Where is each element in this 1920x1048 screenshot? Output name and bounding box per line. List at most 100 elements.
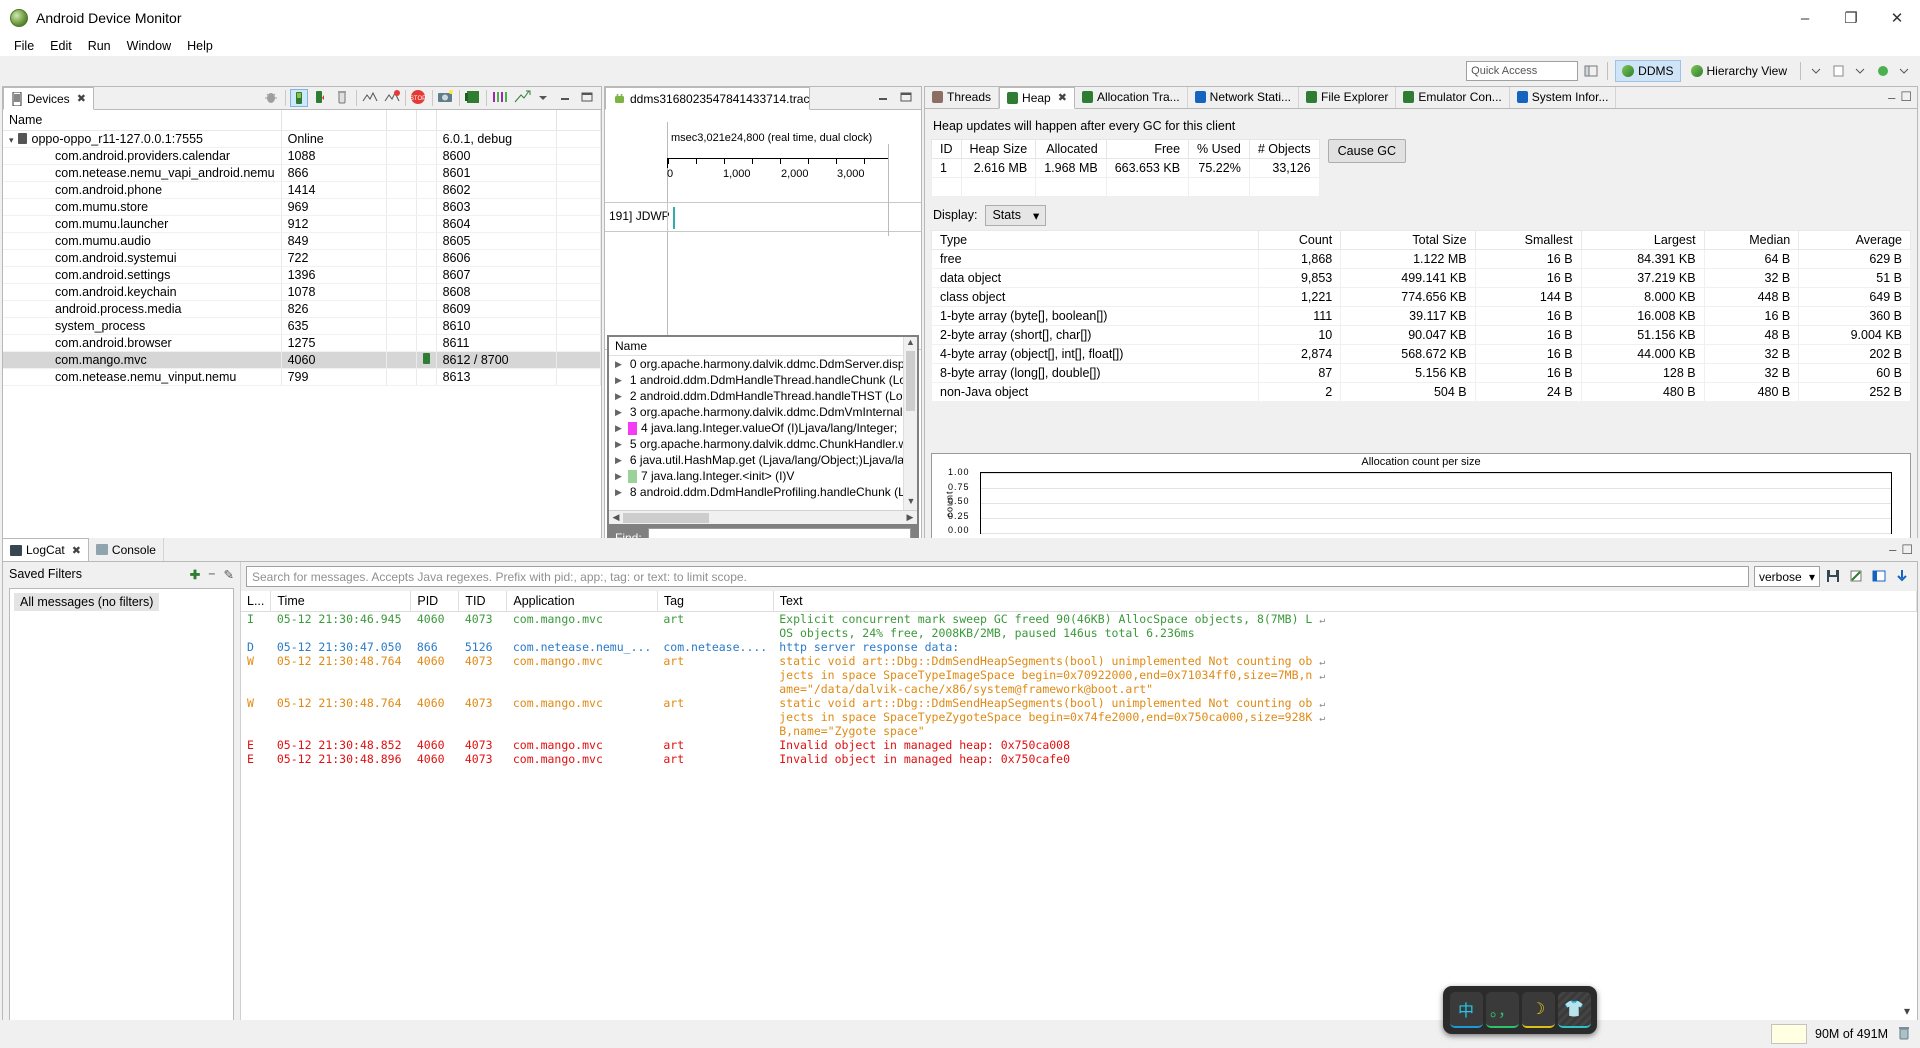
method-list-hscrollbar[interactable]: ◀ ▶ <box>609 510 917 524</box>
quick-access-input[interactable]: Quick Access <box>1466 61 1579 81</box>
process-name-cell[interactable]: com.netease.nemu_vapi_android.nemu <box>3 164 282 182</box>
heap-summary-col-1[interactable]: Heap Size <box>960 138 1037 159</box>
method-list-vscrollbar[interactable]: ▲ ▼ <box>903 337 917 510</box>
column-name[interactable]: Name <box>3 110 282 131</box>
heap-summary-col-5[interactable]: # Objects <box>1248 138 1320 159</box>
tab-threads[interactable]: Threads <box>925 87 1000 108</box>
view-menu-icon[interactable] <box>535 89 553 107</box>
method-row[interactable]: ▶ 1 android.ddm.DdmHandleThread.handleChu… <box>609 372 917 388</box>
process-name-cell[interactable]: com.android.settings <box>3 266 282 284</box>
ime-key-skin[interactable]: 👕 <box>1557 992 1591 1028</box>
log-row[interactable]: W 05-12 21:30:48.764 4060 4073 com.mango.mvc… <box>241 654 1917 696</box>
trash-icon[interactable] <box>334 89 352 107</box>
tab-emulator-con[interactable]: Emulator Con... <box>1396 87 1510 108</box>
allocation-tracker-icon[interactable] <box>312 89 330 107</box>
perspective-hierarchy-view[interactable]: Hierarchy View <box>1685 60 1793 82</box>
menu-run[interactable]: Run <box>80 38 119 54</box>
expand-arrow-icon[interactable]: ▶ <box>615 455 622 466</box>
open-perspective-icon[interactable] <box>1582 62 1600 80</box>
ime-floating-toolbar[interactable]: 中 。， ☽ 👕 <box>1443 986 1597 1034</box>
display-select[interactable]: Stats ▾ <box>985 204 1047 226</box>
stats-row[interactable]: 2-byte array (short[], char[]) 10 90.047 K… <box>930 324 1911 345</box>
process-row[interactable]: com.android.phone 1414 8602 <box>3 181 602 199</box>
column-extra[interactable] <box>556 110 602 131</box>
logcat-col-1[interactable]: Time <box>270 591 412 612</box>
ime-key-moon[interactable]: ☽ <box>1521 992 1555 1028</box>
ime-key-chinese[interactable]: 中 <box>1449 992 1483 1028</box>
expand-arrow-icon[interactable]: ▶ <box>615 471 624 482</box>
stats-col-1[interactable]: Count <box>1258 229 1342 250</box>
process-name-cell[interactable]: com.mumu.audio <box>3 232 282 250</box>
method-row[interactable]: ▶ 5 org.apache.harmony.dalvik.ddmc.ChunkH… <box>609 436 917 452</box>
process-row[interactable]: system_process 635 8610 <box>3 317 602 335</box>
dump-view-hierarchy-icon[interactable] <box>464 89 482 107</box>
chevron-down-icon-2[interactable] <box>1852 62 1870 80</box>
process-row[interactable]: com.netease.nemu_vapi_android.nemu 866 860… <box>3 164 602 182</box>
menu-edit[interactable]: Edit <box>42 38 80 54</box>
process-row[interactable]: com.mumu.store 969 8603 <box>3 198 602 216</box>
method-row[interactable]: ▶ 2 android.ddm.DdmHandleThread.handleTHS… <box>609 388 917 404</box>
expand-arrow-icon[interactable]: ▶ <box>615 375 622 386</box>
method-row[interactable]: ▶ 6 java.util.HashMap.get (Ljava/lang/Obj… <box>609 452 917 468</box>
minimize-icon[interactable] <box>557 89 575 107</box>
scroll-lock-icon[interactable] <box>1894 568 1912 586</box>
device-row[interactable]: ▾ oppo-oppo_r11-127.0.0.1:7555 Online 6.0.1… <box>3 130 602 148</box>
method-row[interactable]: ▶ 0 org.apache.harmony.dalvik.ddmc.DdmSer… <box>609 356 917 372</box>
tab-trace-file[interactable]: ddms3168023547841433714.trace ✖ <box>605 87 810 110</box>
tab-file-explorer[interactable]: File Explorer <box>1299 87 1397 108</box>
stop-method-profiling-icon[interactable] <box>383 89 401 107</box>
debug-icon[interactable] <box>263 89 281 107</box>
new-icon[interactable] <box>1830 62 1848 80</box>
stop-process-icon[interactable]: STOP <box>410 89 428 107</box>
tab-system-infor[interactable]: System Infor... <box>1510 87 1617 108</box>
logcat-col-0[interactable]: L... <box>241 591 272 612</box>
process-row[interactable]: com.android.providers.calendar 1088 8600 <box>3 147 602 165</box>
log-row[interactable]: E 05-12 21:30:48.896 4060 4073 com.mango.mvc… <box>241 752 1917 766</box>
logcat-col-5[interactable]: Tag <box>657 591 774 612</box>
stats-row[interactable]: non-Java object 2 504 B 24 B 480 B 480 B 252 B <box>930 381 1911 402</box>
minimize-button[interactable]: – <box>1782 0 1828 36</box>
start-method-profiling-icon[interactable] <box>361 89 379 107</box>
log-level-select[interactable]: verbose ▾ <box>1754 566 1820 587</box>
stats-row[interactable]: data object 9,853 499.141 KB 16 B 37.219 KB 3… <box>930 267 1911 288</box>
heap-summary-col-2[interactable]: Allocated <box>1035 138 1107 159</box>
stats-col-0[interactable]: Type <box>930 229 1260 250</box>
process-row[interactable]: com.android.settings 1396 8607 <box>3 266 602 284</box>
maximize-icon[interactable]: ☐ <box>1901 542 1913 558</box>
log-row[interactable]: I 05-12 21:30:46.945 4060 4073 com.mango.mvc… <box>241 611 1917 640</box>
add-filter-icon[interactable]: ✚ <box>190 567 200 582</box>
stats-row[interactable]: 4-byte array (object[], int[], float[]) 2… <box>930 343 1911 364</box>
filter-item-all-messages[interactable]: All messages (no filters) <box>14 593 160 611</box>
process-name-cell[interactable]: android.process.media <box>3 300 282 318</box>
process-name-cell[interactable]: com.mango.mvc <box>3 351 282 369</box>
process-name-cell[interactable]: com.netease.nemu_vinput.nemu <box>3 368 282 386</box>
logcat-col-6[interactable]: Text <box>773 591 1918 612</box>
process-row[interactable]: com.android.browser 1275 8611 <box>3 334 602 352</box>
expand-arrow-icon[interactable]: ▶ <box>615 391 622 402</box>
expand-arrow-icon[interactable]: ▶ <box>615 487 622 498</box>
close-icon[interactable]: ✖ <box>72 544 81 557</box>
method-list[interactable]: Name ▶ 0 org.apache.harmony.dalvik.ddmc.D… <box>609 337 917 524</box>
tab-console[interactable]: Console <box>89 538 164 561</box>
sdk-manager-icon[interactable] <box>1874 62 1892 80</box>
stats-col-3[interactable]: Smallest <box>1474 229 1582 250</box>
minimize-icon[interactable] <box>875 89 893 107</box>
maximize-icon[interactable] <box>579 89 597 107</box>
method-row[interactable]: ▶ 4 java.lang.Integer.valueOf (I)Ljava/la… <box>609 420 917 436</box>
menu-window[interactable]: Window <box>119 38 179 54</box>
heap-updates-icon[interactable] <box>290 89 308 107</box>
clear-log-icon[interactable] <box>1848 568 1866 586</box>
column-state[interactable] <box>281 110 387 131</box>
hscroll-thumb[interactable] <box>623 512 709 523</box>
stats-row[interactable]: free 1,868 1.122 MB 16 B 84.391 KB 64 B 629 B <box>930 248 1911 269</box>
logcat-col-2[interactable]: PID <box>410 591 460 612</box>
method-row[interactable]: ▶ 7 java.lang.Integer.<init> (I)V <box>609 468 917 484</box>
expand-arrow-icon[interactable]: ▶ <box>615 423 624 434</box>
scroll-right-icon[interactable]: ▶ <box>903 512 917 523</box>
chevron-down-icon[interactable]: ▾ <box>1904 1004 1910 1018</box>
tab-heap[interactable]: Heap ✖ <box>999 87 1075 109</box>
system-information-icon[interactable] <box>491 89 509 107</box>
expand-arrow-icon[interactable]: ▶ <box>615 407 622 418</box>
scroll-down-icon[interactable]: ▼ <box>904 496 917 510</box>
process-name-cell[interactable]: com.mumu.launcher <box>3 215 282 233</box>
